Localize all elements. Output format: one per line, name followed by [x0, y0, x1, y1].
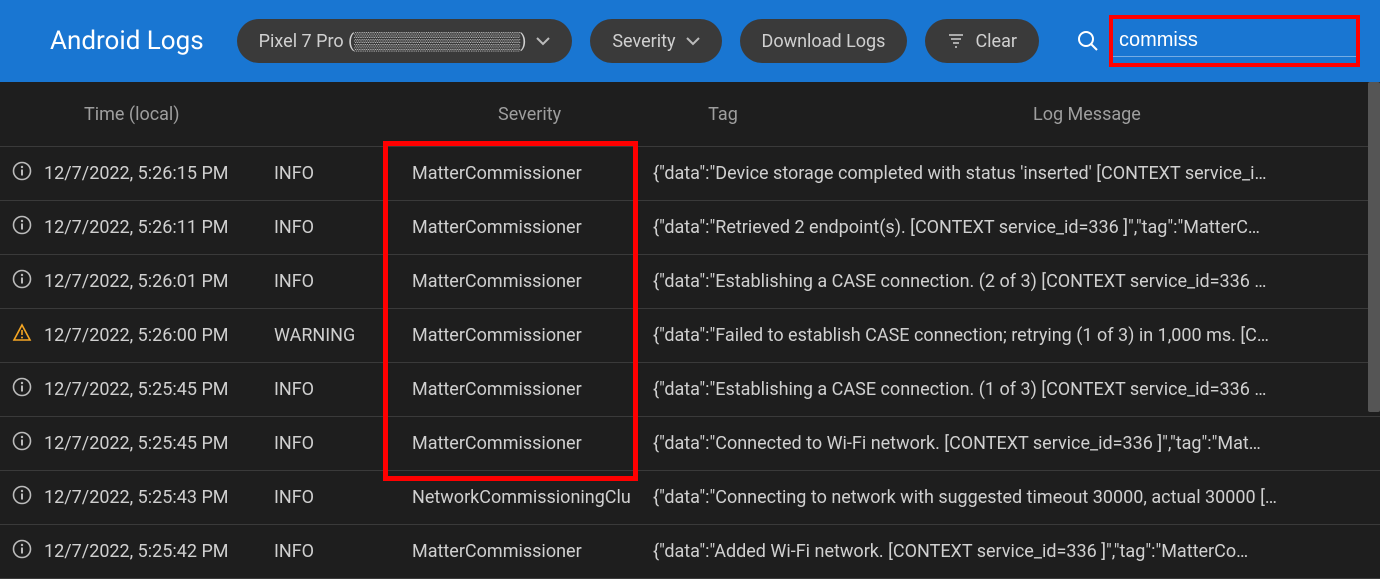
cell-severity: WARNING [274, 325, 398, 346]
table-row[interactable]: 12/7/2022, 5:26:11 PMINFOMatterCommissio… [0, 201, 1380, 255]
search-input-highlight [1109, 15, 1360, 67]
cell-time: 12/7/2022, 5:26:01 PM [44, 271, 274, 292]
cell-tag: MatterCommissioner [398, 217, 653, 238]
cell-time: 12/7/2022, 5:25:43 PM [44, 487, 274, 508]
cell-tag: MatterCommissioner [398, 325, 653, 346]
search-icon [1077, 30, 1099, 52]
cell-message: {"data":"Connected to Wi-Fi network. [CO… [653, 433, 1380, 454]
cell-time: 12/7/2022, 5:26:00 PM [44, 325, 274, 346]
header-bar: Android Logs Pixel 7 Pro (▒▒▒▒▒▒▒▒▒▒▒▒▒)… [0, 0, 1380, 82]
device-selector[interactable]: Pixel 7 Pro (▒▒▒▒▒▒▒▒▒▒▒▒▒) [237, 19, 573, 63]
clear-label: Clear [975, 31, 1017, 52]
cell-time: 12/7/2022, 5:26:11 PM [44, 217, 274, 238]
cell-message: {"data":"Retrieved 2 endpoint(s). [CONTE… [653, 217, 1380, 238]
cell-tag: MatterCommissioner [398, 379, 653, 400]
cell-severity: INFO [274, 541, 398, 562]
info-icon [0, 161, 44, 186]
cell-severity: INFO [274, 271, 398, 292]
cell-severity: INFO [274, 163, 398, 184]
table-row[interactable]: 12/7/2022, 5:26:15 PMINFOMatterCommissio… [0, 147, 1380, 201]
info-icon [0, 215, 44, 240]
col-header-severity[interactable]: Severity [398, 104, 653, 125]
scrollbar[interactable] [1368, 82, 1380, 412]
search-input[interactable] [1113, 25, 1356, 57]
download-logs-button[interactable]: Download Logs [740, 19, 908, 63]
cell-message: {"data":"Establishing a CASE connection.… [653, 271, 1380, 292]
table-row[interactable]: 12/7/2022, 5:25:45 PMINFOMatterCommissio… [0, 417, 1380, 471]
cell-tag: MatterCommissioner [398, 271, 653, 292]
col-header-tag[interactable]: Tag [653, 104, 793, 125]
info-icon [0, 431, 44, 456]
cell-tag: MatterCommissioner [398, 541, 653, 562]
cell-tag: NetworkCommissioningClu [398, 487, 653, 508]
cell-severity: INFO [274, 217, 398, 238]
table-row[interactable]: 12/7/2022, 5:26:01 PMINFOMatterCommissio… [0, 255, 1380, 309]
cell-tag: MatterCommissioner [398, 163, 653, 184]
clear-button[interactable]: Clear [925, 19, 1039, 63]
cell-time: 12/7/2022, 5:25:42 PM [44, 541, 274, 562]
cell-tag: MatterCommissioner [398, 433, 653, 454]
severity-filter[interactable]: Severity [590, 19, 721, 63]
col-header-message[interactable]: Log Message [793, 104, 1380, 125]
info-icon [0, 539, 44, 564]
table-row[interactable]: 12/7/2022, 5:26:00 PMWARNINGMatterCommis… [0, 309, 1380, 363]
severity-filter-label: Severity [612, 31, 675, 52]
table-row[interactable]: 12/7/2022, 5:25:42 PMINFOMatterCommissio… [0, 525, 1380, 579]
clear-icon [947, 32, 965, 50]
cell-message: {"data":"Added Wi-Fi network. [CONTEXT s… [653, 541, 1380, 562]
col-header-time[interactable]: Time (local) [44, 104, 274, 125]
table-row[interactable]: 12/7/2022, 5:25:45 PMINFOMatterCommissio… [0, 363, 1380, 417]
info-icon [0, 485, 44, 510]
cell-severity: INFO [274, 433, 398, 454]
cell-message: {"data":"Connecting to network with sugg… [653, 487, 1380, 508]
cell-time: 12/7/2022, 5:26:15 PM [44, 163, 274, 184]
search-area [1077, 15, 1360, 67]
device-selector-label: Pixel 7 Pro (▒▒▒▒▒▒▒▒▒▒▒▒▒) [259, 31, 527, 52]
download-logs-label: Download Logs [762, 31, 886, 52]
info-icon [0, 269, 44, 294]
cell-time: 12/7/2022, 5:25:45 PM [44, 433, 274, 454]
cell-message: {"data":"Establishing a CASE connection.… [653, 379, 1380, 400]
cell-severity: INFO [274, 379, 398, 400]
cell-message: {"data":"Device storage completed with s… [653, 163, 1380, 184]
info-icon [0, 377, 44, 402]
cell-message: {"data":"Failed to establish CASE connec… [653, 325, 1380, 346]
cell-time: 12/7/2022, 5:25:45 PM [44, 379, 274, 400]
chevron-down-icon [686, 34, 700, 48]
chevron-down-icon [536, 34, 550, 48]
page-title: Android Logs [50, 26, 204, 56]
cell-severity: INFO [274, 487, 398, 508]
table-row[interactable]: 12/7/2022, 5:25:43 PMINFONetworkCommissi… [0, 471, 1380, 525]
table-header-row: Time (local) Severity Tag Log Message [0, 82, 1380, 147]
log-table: Time (local) Severity Tag Log Message 12… [0, 82, 1380, 579]
warning-icon [0, 323, 44, 348]
